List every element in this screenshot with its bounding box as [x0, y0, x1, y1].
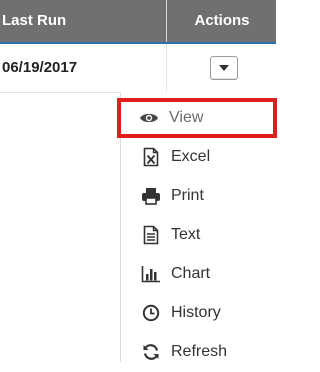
menu-item-text[interactable]: Text [121, 215, 277, 255]
actions-menu: View Excel Print Text Chart History Refr… [117, 92, 277, 362]
menu-item-label: Excel [171, 148, 211, 165]
menu-item-excel[interactable]: Excel [121, 137, 277, 177]
menu-item-label: View [169, 109, 204, 126]
refresh-icon [141, 342, 161, 362]
table-header: Last Run Actions [0, 0, 276, 44]
clock-icon [141, 303, 161, 323]
chevron-down-icon [219, 65, 229, 71]
bar-chart-icon [141, 264, 161, 284]
excel-file-icon [141, 147, 161, 167]
menu-item-chart[interactable]: Chart [121, 254, 277, 294]
last-run-cell: 06/19/2017 [2, 59, 78, 76]
column-header-last-run[interactable]: Last Run [2, 0, 164, 42]
menu-item-history[interactable]: History [121, 293, 277, 333]
menu-item-refresh[interactable]: Refresh [121, 332, 277, 372]
menu-item-label: Refresh [171, 343, 228, 360]
eye-icon [139, 108, 159, 128]
menu-item-view[interactable]: View [117, 98, 277, 138]
menu-item-print[interactable]: Print [121, 176, 277, 216]
menu-item-label: History [171, 304, 221, 321]
text-file-icon [141, 225, 161, 245]
menu-item-label: Chart [171, 265, 211, 282]
column-header-actions: Actions [166, 0, 277, 42]
printer-icon [141, 186, 161, 206]
menu-item-label: Print [171, 187, 204, 204]
menu-item-label: Text [171, 226, 201, 243]
actions-dropdown-button[interactable] [210, 56, 238, 80]
